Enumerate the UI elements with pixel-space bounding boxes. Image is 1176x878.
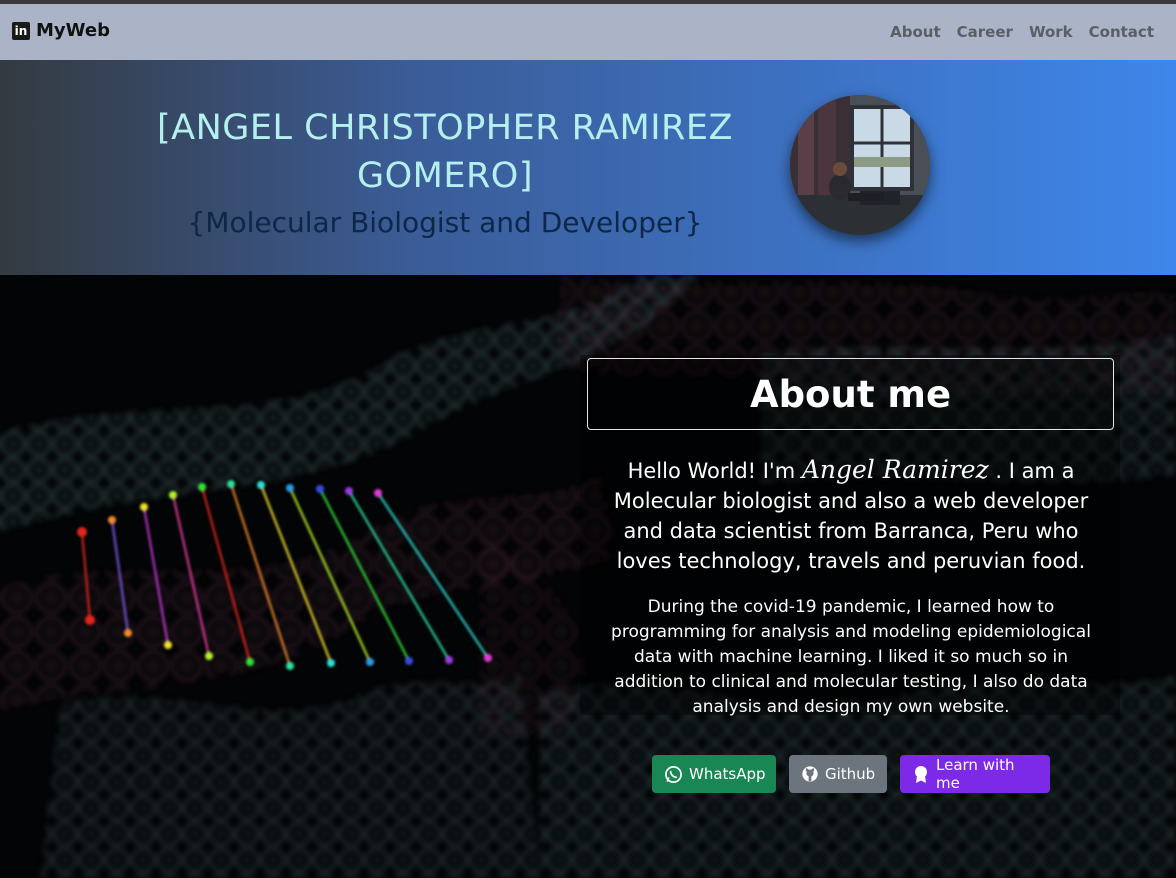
whatsapp-label: WhatsApp — [689, 765, 766, 783]
nav-link-work[interactable]: Work — [1029, 23, 1073, 41]
learn-with-me-button[interactable]: Learn with me — [900, 755, 1050, 793]
contact-buttons: WhatsApp Github Learn with me — [652, 755, 1050, 793]
whatsapp-icon — [665, 765, 682, 783]
nav-link-about[interactable]: About — [890, 23, 941, 41]
linkedin-icon: in — [12, 21, 30, 40]
github-button[interactable]: Github — [789, 755, 887, 793]
nav-link-career[interactable]: Career — [957, 23, 1013, 41]
award-icon — [915, 766, 927, 783]
learn-with-me-label: Learn with me — [936, 756, 1015, 792]
brand-name: MyWeb — [36, 20, 110, 41]
nav-link-contact[interactable]: Contact — [1089, 23, 1154, 41]
nav-links: About Career Work Contact — [890, 4, 1154, 60]
hero-subtitle: {Molecular Biologist and Developer} — [187, 206, 703, 239]
intro-before: Hello World! I'm — [627, 459, 802, 483]
navbar: in MyWeb About Career Work Contact — [0, 4, 1176, 60]
hero-name: [ANGEL CHRISTOPHER RAMIREZ GOMERO] — [157, 108, 733, 196]
brand-link[interactable]: in MyWeb — [12, 20, 110, 41]
hero-banner: [ANGEL CHRISTOPHER RAMIREZ GOMERO] {Mole… — [0, 60, 1176, 275]
github-icon — [802, 766, 818, 782]
github-label: Github — [825, 765, 876, 783]
whatsapp-button[interactable]: WhatsApp — [652, 755, 776, 793]
about-heading: About me — [749, 372, 952, 416]
profile-avatar — [790, 95, 930, 235]
covid-paragraph: During the covid-19 pandemic, I learned … — [611, 597, 1091, 717]
about-heading-box: About me — [587, 358, 1114, 430]
signature-name: Angel Ramirez — [801, 455, 989, 484]
intro-text: Hello World! I'm Angel Ramirez . I am a … — [597, 455, 1105, 576]
